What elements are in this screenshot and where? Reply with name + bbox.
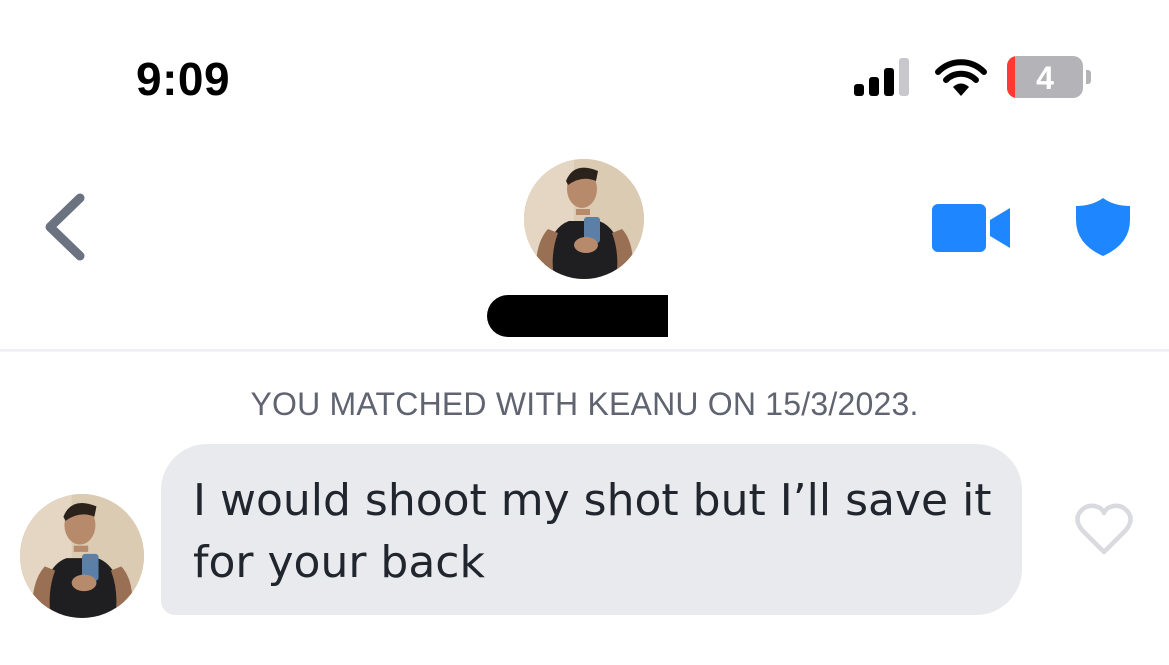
- like-message-button[interactable]: [1074, 502, 1134, 556]
- profile-photo: [20, 494, 144, 618]
- video-call-button[interactable]: [930, 202, 1012, 254]
- wifi-icon: [935, 58, 987, 98]
- video-camera-icon: [932, 204, 1010, 252]
- battery-tip: [1086, 70, 1091, 84]
- message-bubble[interactable]: I would shoot my shot but I’ll save it f…: [161, 444, 1022, 615]
- chevron-left-icon: [45, 193, 85, 261]
- match-avatar[interactable]: [524, 159, 644, 279]
- shield-icon: [1076, 198, 1130, 256]
- back-button[interactable]: [40, 190, 92, 264]
- safety-shield-button[interactable]: [1074, 196, 1132, 258]
- message-sender-avatar[interactable]: [20, 494, 144, 618]
- message-text: I would shoot my shot but I’ll save it f…: [193, 475, 992, 588]
- status-time: 9:09: [136, 53, 231, 105]
- header-divider: [0, 349, 1169, 352]
- battery-level: 4: [1036, 60, 1054, 96]
- profile-photo: [524, 159, 644, 279]
- cellular-signal-icon: [854, 58, 914, 96]
- match-notice: YOU MATCHED WITH KEANU ON 15/3/2023.: [250, 386, 919, 422]
- battery-icon: 4: [1007, 56, 1083, 98]
- chat-screen: 9:09 4 YOU MATCHED WITH KEANU ON 15/3/20…: [0, 0, 1169, 665]
- heart-outline-icon: [1075, 503, 1133, 555]
- match-name-redacted: [487, 295, 668, 337]
